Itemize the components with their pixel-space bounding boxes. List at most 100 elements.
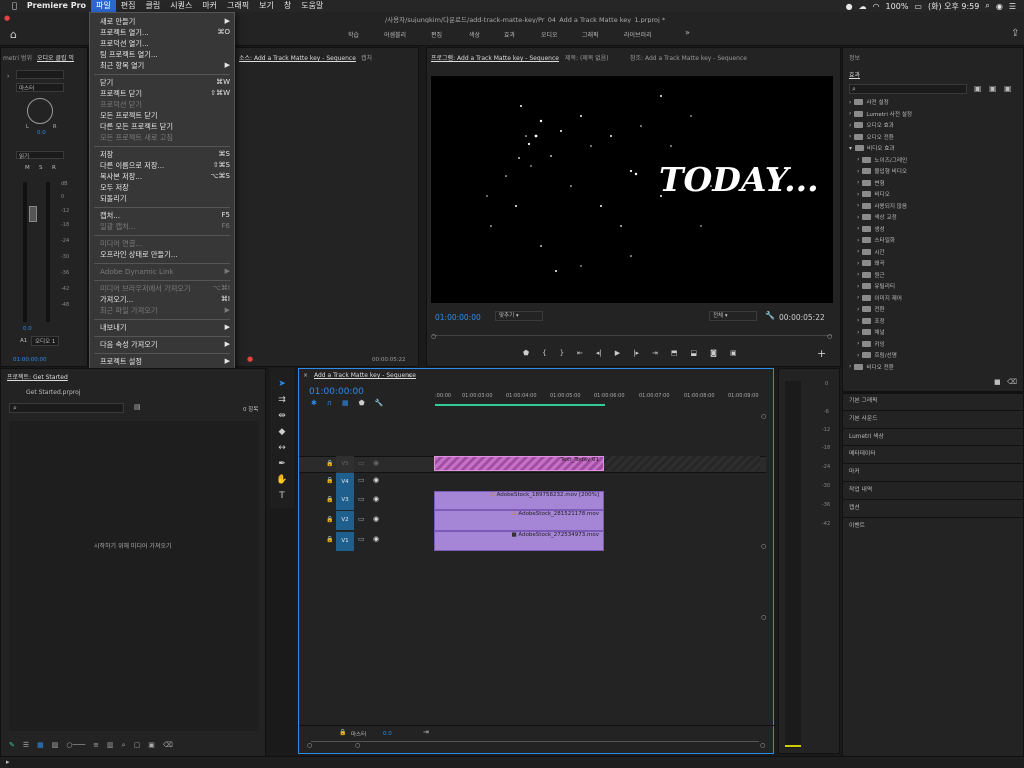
lift-icon[interactable]: ⬒ [671, 349, 678, 359]
menu-clip[interactable]: 클립 [140, 0, 165, 12]
time-ruler[interactable]: :00:00 01:00:03:00 01:00:04:00 01:00:05:… [435, 393, 765, 407]
effects-folder[interactable]: › 채널 [857, 328, 885, 337]
track-v3-label[interactable]: V3 [336, 491, 354, 510]
slip-tool-icon[interactable]: ↔ [278, 443, 286, 453]
tab-info[interactable]: 정보 [849, 53, 860, 62]
tab-project[interactable]: 프로젝트: Get Started [7, 372, 68, 381]
go-to-in-icon[interactable]: ⇤ [577, 349, 583, 359]
chevron-right-icon[interactable]: › [857, 237, 859, 244]
chevron-right-icon[interactable]: › [857, 329, 859, 336]
ripple-edit-tool-icon[interactable]: ⇹ [278, 411, 286, 421]
effects-folder[interactable]: › 이미지 제어 [857, 294, 902, 302]
siri-icon[interactable]: ◉ [996, 2, 1003, 11]
effects-folder[interactable]: › 오디오 전환 [849, 133, 894, 141]
file-menu-item[interactable]: 프로젝트 열기... ⌘O [100, 28, 230, 38]
mark-out-icon[interactable]: } [560, 349, 564, 359]
collapse-arrow-icon[interactable]: › [7, 73, 9, 80]
comparison-view-icon[interactable]: ▣ [730, 349, 737, 359]
menu-view[interactable]: 보기 [254, 0, 279, 12]
effects-folder[interactable]: › 원근 [857, 271, 885, 279]
app-menu[interactable]: Premiere Pro [22, 0, 91, 12]
zoom-right-handle[interactable]: ○ [760, 742, 765, 749]
timeline-menu-icon[interactable]: ≡ [407, 372, 412, 379]
export-frame-icon[interactable]: ◙ [710, 349, 717, 359]
go-to-end-icon[interactable]: ⇥ [423, 728, 429, 736]
effects-folder[interactable]: › 생성 [857, 225, 885, 233]
type-tool-icon[interactable]: T [279, 491, 285, 501]
pan-knob[interactable] [27, 98, 53, 124]
collapsed-panel[interactable]: 이벤트 [843, 516, 1023, 534]
file-menu-item[interactable]: 팀 프로젝트 열기... [100, 50, 230, 60]
step-back-icon[interactable]: ◂| [596, 349, 602, 359]
effects-folder[interactable]: › 비디오 전환 [849, 363, 894, 371]
sync-lock-icon[interactable]: ▭ [358, 535, 365, 543]
lock-icon[interactable]: 🔒 [326, 477, 333, 484]
clip-adobestock-272534973[interactable]: ■ AdobeStock_272534973.mov [434, 531, 604, 551]
nest-icon[interactable]: ✱ [311, 399, 317, 407]
effects-folder[interactable]: › 몰입형 비디오 [857, 167, 907, 176]
workspace-learn[interactable]: 학습 [348, 30, 359, 39]
eye-icon[interactable]: ◉ [373, 535, 379, 543]
pan-value[interactable]: 0.0 [37, 130, 46, 136]
file-menu-item[interactable]: 모든 프로젝트 닫기 [100, 111, 230, 121]
chevron-right-icon[interactable]: › [857, 283, 859, 290]
scroll-handle-icon[interactable]: ○ [761, 413, 766, 420]
chevron-right-icon[interactable]: › [857, 202, 859, 209]
32bit-effects-icon[interactable]: ▣ [989, 84, 997, 93]
linked-selection-icon[interactable]: ▦ [342, 399, 349, 407]
trash-icon[interactable]: ⌫ [163, 741, 173, 751]
effects-folder[interactable]: › 키잉 [857, 340, 885, 348]
workspace-effects[interactable]: 효과 [504, 30, 515, 39]
chevron-right-icon[interactable]: › [849, 99, 851, 106]
effects-folder[interactable]: › 비디오 [857, 190, 890, 199]
settings-wrench-icon[interactable]: 🔧 [765, 311, 775, 320]
track-v2-label[interactable]: V2 [336, 511, 354, 530]
effects-folder[interactable]: › 색상 교정 [857, 213, 897, 222]
apple-icon[interactable]:  [0, 0, 22, 12]
razor-tool-icon[interactable]: ◆ [279, 427, 286, 437]
effects-folder[interactable]: › 시간 [857, 248, 885, 256]
yuv-effects-icon[interactable]: ▣ [1004, 84, 1012, 93]
eye-icon[interactable]: ◉ [373, 495, 379, 503]
file-menu-item[interactable]: 모두 저장 [100, 183, 230, 193]
automate-to-sequence-icon[interactable]: ▥ [107, 741, 114, 751]
sort-icons-icon[interactable]: ≡ [93, 741, 99, 751]
collapsed-panel[interactable]: 마커 [843, 463, 1023, 480]
menu-file[interactable]: 파일 [91, 0, 116, 12]
chevron-right-icon[interactable]: › [857, 317, 859, 324]
effects-folder[interactable]: › 흐림/선명 [857, 351, 897, 360]
file-menu-item[interactable]: 복사본 저장... ⌥⌘S [100, 172, 230, 182]
menu-window[interactable]: 창 [279, 0, 296, 12]
chevron-right-icon[interactable]: › [857, 168, 859, 175]
chevron-right-icon[interactable]: › [857, 225, 859, 232]
chevron-down-icon[interactable]: ▾ [849, 145, 852, 152]
effects-folder[interactable]: › 노이즈/그레인 [857, 156, 907, 164]
file-menu-item[interactable]: 내보내기 ▶ [100, 323, 230, 333]
lock-icon[interactable]: 🔒 [326, 516, 333, 523]
new-bin-icon[interactable]: ■ [994, 378, 1001, 386]
project-search-input[interactable]: ⌕ [9, 403, 124, 413]
tab-audio-clip-mixer[interactable]: 오디오 클립 믹 [37, 53, 74, 62]
home-icon[interactable]: ⌂ [10, 28, 17, 41]
collapsed-panel[interactable]: 작업 내역 [843, 481, 1023, 498]
timeline-settings-wrench-icon[interactable]: 🔧 [375, 399, 384, 407]
effects-folder[interactable]: › 전환 [857, 305, 885, 314]
add-marker-icon[interactable]: ⬟ [359, 399, 365, 407]
track-select[interactable] [16, 70, 64, 79]
trash-icon[interactable]: ⌫ [1007, 378, 1017, 386]
volume-fader[interactable] [29, 206, 37, 222]
timeline-horizontal-scrollbar[interactable] [311, 741, 759, 747]
chevron-right-icon[interactable]: › [857, 271, 859, 278]
battery-icon[interactable]: ▭ [914, 2, 922, 11]
file-menu-item[interactable]: 오프라인 상태로 만들기... [100, 250, 230, 260]
hand-tool-icon[interactable]: ✋ [276, 475, 287, 485]
freeform-view-icon[interactable]: ▨ [52, 741, 59, 751]
collapsed-panel[interactable]: 메타데이터 [843, 445, 1023, 462]
effects-folder[interactable]: › Lumetri 사전 설정 [849, 110, 912, 118]
eye-icon[interactable]: ◉ [373, 476, 379, 484]
effects-folder[interactable]: › 변형 [857, 179, 885, 187]
chevron-right-icon[interactable]: › [849, 122, 851, 129]
more-workspaces-icon[interactable]: » [685, 28, 690, 37]
clip-text-today[interactable]: Text_Today 01 [434, 456, 604, 471]
sync-lock-icon[interactable]: ▭ [358, 495, 365, 503]
